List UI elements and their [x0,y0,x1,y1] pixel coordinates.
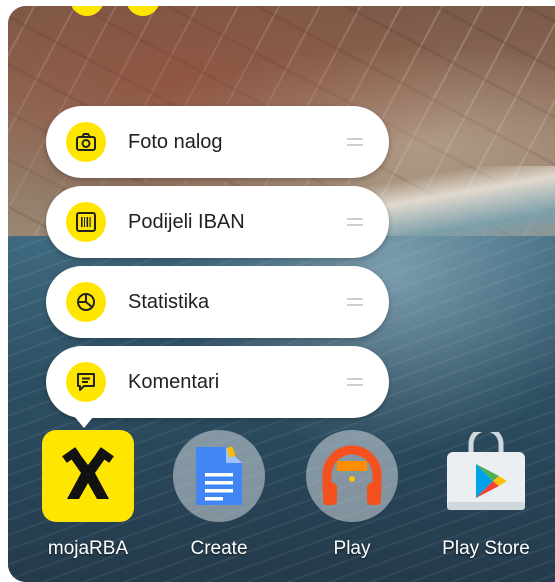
play-music-icon [306,430,398,522]
menu-pointer [74,416,94,428]
shortcut-foto-nalog[interactable]: Foto nalog [46,106,389,178]
raiffeisen-logo-icon [42,430,134,522]
app-play-store[interactable]: Play Store [421,430,551,560]
pie-chart-icon [66,282,106,322]
google-docs-icon [173,430,265,522]
shortcut-statistika[interactable]: Statistika [46,266,389,338]
shortcut-komentari[interactable]: Komentari [46,346,389,418]
app-label: Play [333,538,371,559]
home-screen: Foto nalog Podijeli IBAN Statistika Kome… [8,6,555,582]
app-label: mojaRBA [47,538,129,559]
app-label: Play Store [442,538,530,559]
camera-icon [66,122,106,162]
drag-handle-icon[interactable] [347,138,363,146]
shortcut-podijeli-iban[interactable]: Podijeli IBAN [46,186,389,258]
shortcut-label: Komentari [128,370,220,393]
barcode-icon [66,202,106,242]
app-label: Create [190,538,248,559]
drag-handle-icon[interactable] [347,378,363,386]
shortcut-label: Statistika [128,290,210,313]
app-mojarba[interactable]: mojaRBA [23,430,153,560]
drag-handle-icon[interactable] [347,218,363,226]
shortcut-label: Podijeli IBAN [128,210,245,233]
play-store-icon [440,430,532,522]
app-play[interactable]: Play [287,430,417,560]
comment-icon [66,362,106,402]
shortcut-label: Foto nalog [128,130,223,153]
drag-handle-icon[interactable] [347,298,363,306]
app-create[interactable]: Create [154,430,284,560]
